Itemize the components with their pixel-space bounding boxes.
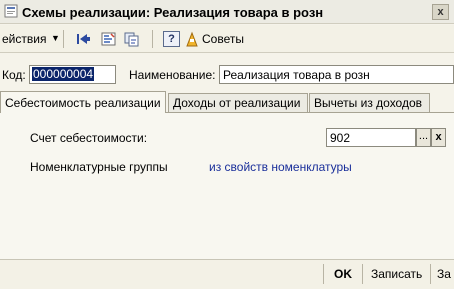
- move-to-start-icon[interactable]: [75, 31, 92, 47]
- save-button[interactable]: Записать: [371, 267, 422, 281]
- code-label: Код:: [2, 68, 26, 82]
- code-input[interactable]: 000000004: [29, 65, 116, 84]
- ok-button[interactable]: OK: [334, 267, 352, 281]
- select-account-button[interactable]: ...: [416, 128, 431, 147]
- name-label: Наименование:: [129, 68, 216, 82]
- window-title: Схемы реализации: Реализация товара в ро…: [22, 5, 324, 20]
- close-button[interactable]: За: [437, 267, 451, 281]
- item-groups-label: Номенклатурные группы: [30, 160, 168, 174]
- clear-account-button[interactable]: x: [431, 128, 446, 147]
- form-window: Схемы реализации: Реализация товара в ро…: [0, 0, 454, 289]
- code-value: 000000004: [32, 67, 95, 81]
- tab-cost-of-sales[interactable]: Себестоимость реализации: [0, 91, 166, 113]
- title-bar: Схемы реализации: Реализация товара в ро…: [0, 0, 454, 24]
- form-icon: [4, 4, 18, 18]
- tab-income-deductions[interactable]: Вычеты из доходов: [309, 93, 430, 112]
- footer-separator: [362, 264, 363, 284]
- help-button[interactable]: ?: [163, 31, 180, 47]
- subordinate-documents-icon[interactable]: [123, 31, 140, 47]
- footer-separator: [323, 264, 324, 284]
- cost-account-label: Счет себестоимости:: [30, 131, 148, 145]
- window-close-button[interactable]: x: [432, 4, 449, 20]
- actions-menu-button[interactable]: ействия: [2, 32, 46, 46]
- tips-button[interactable]: Советы: [202, 32, 244, 46]
- toolbar-separator: [152, 30, 153, 48]
- item-groups-link[interactable]: из свойств номенклатуры: [209, 160, 352, 174]
- name-input[interactable]: Реализация товара в розн: [219, 65, 454, 84]
- cost-account-input[interactable]: 902: [326, 128, 416, 147]
- footer-separator: [430, 264, 431, 284]
- tab-sales-income[interactable]: Доходы от реализации: [168, 93, 308, 112]
- form-footer: OK Записать За: [0, 259, 454, 289]
- toolbar: ействия ▼ ? Советы: [0, 25, 454, 53]
- dropdown-arrow-icon[interactable]: ▼: [51, 33, 60, 43]
- toolbar-separator: [63, 30, 64, 48]
- document-structure-icon[interactable]: [100, 31, 117, 47]
- tips-icon[interactable]: [184, 30, 200, 48]
